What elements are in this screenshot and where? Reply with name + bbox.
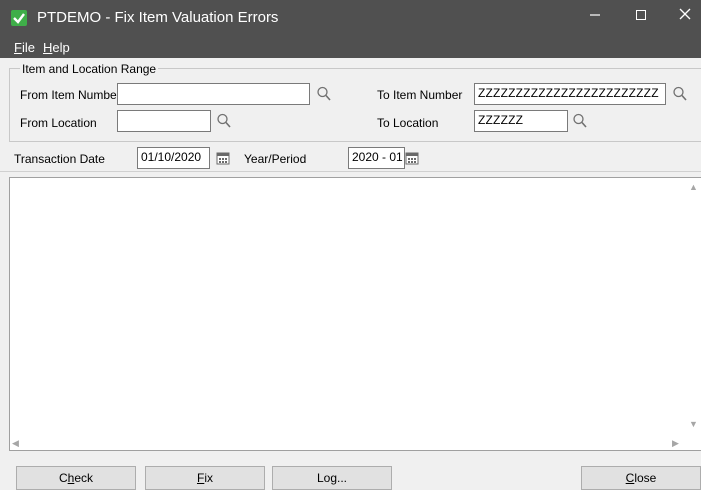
maximize-icon bbox=[636, 10, 646, 20]
menu-file-accel: F bbox=[14, 40, 22, 55]
magnifier-icon[interactable] bbox=[672, 85, 688, 103]
year-period-label: Year/Period bbox=[244, 152, 307, 166]
results-text-area[interactable] bbox=[9, 177, 701, 451]
transaction-date-input[interactable]: 01/10/2020 bbox=[137, 147, 210, 169]
minimize-button[interactable] bbox=[572, 0, 618, 30]
window-title: PTDEMO - Fix Item Valuation Errors bbox=[37, 9, 279, 26]
menu-file-rest: ile bbox=[21, 40, 35, 55]
magnifier-icon[interactable] bbox=[572, 112, 588, 130]
scroll-left-icon[interactable]: ◀ bbox=[12, 438, 19, 449]
year-period-input[interactable]: 2020 - 01 bbox=[348, 147, 405, 169]
menu-help-rest: elp bbox=[52, 40, 70, 55]
to-item-input[interactable]: ZZZZZZZZZZZZZZZZZZZZZZZZ bbox=[474, 83, 666, 105]
fix-button[interactable]: Fix bbox=[145, 466, 265, 490]
from-location-input[interactable] bbox=[117, 110, 211, 132]
vertical-scrollbar[interactable]: ▲ ▼ bbox=[684, 178, 701, 433]
check-button-post: eck bbox=[74, 471, 94, 485]
calendar-icon[interactable] bbox=[216, 151, 230, 165]
calendar-icon[interactable] bbox=[405, 151, 419, 165]
sage-checkmark-icon bbox=[11, 10, 27, 26]
check-button[interactable]: Check bbox=[16, 466, 136, 490]
from-location-label: From Location bbox=[20, 116, 97, 130]
fix-button-post: ix bbox=[204, 471, 213, 485]
magnifier-icon[interactable] bbox=[216, 112, 232, 130]
range-groupbox-title: Item and Location Range bbox=[20, 62, 159, 76]
to-location-input[interactable]: ZZZZZZ bbox=[474, 110, 568, 132]
scroll-down-icon[interactable]: ▼ bbox=[689, 419, 698, 429]
minimize-icon bbox=[590, 14, 600, 16]
log-button[interactable]: Log... bbox=[272, 466, 392, 490]
to-location-label: To Location bbox=[377, 116, 439, 130]
close-window-button[interactable] bbox=[662, 0, 701, 30]
from-item-input[interactable] bbox=[117, 83, 310, 105]
to-item-label: To Item Number bbox=[377, 88, 463, 102]
menu-bar: File Help bbox=[0, 36, 701, 58]
title-bar[interactable]: PTDEMO - Fix Item Valuation Errors bbox=[0, 0, 701, 36]
horizontal-scrollbar[interactable]: ◀ ▶ bbox=[10, 435, 684, 450]
menu-file[interactable]: File bbox=[14, 40, 35, 55]
separator-line bbox=[0, 171, 701, 172]
close-button-post: lose bbox=[634, 471, 657, 485]
transaction-date-label: Transaction Date bbox=[14, 152, 105, 166]
scroll-up-icon[interactable]: ▲ bbox=[689, 182, 698, 192]
close-icon bbox=[679, 8, 691, 20]
menu-help[interactable]: Help bbox=[43, 40, 70, 55]
scroll-right-icon[interactable]: ▶ bbox=[672, 438, 679, 449]
close-button[interactable]: Close bbox=[581, 466, 701, 490]
menu-help-accel: H bbox=[43, 40, 53, 55]
range-groupbox bbox=[9, 68, 701, 142]
check-button-pre: C bbox=[58, 471, 68, 485]
magnifier-icon[interactable] bbox=[316, 85, 332, 103]
maximize-button[interactable] bbox=[618, 0, 664, 30]
from-item-label: From Item Number bbox=[20, 88, 121, 102]
